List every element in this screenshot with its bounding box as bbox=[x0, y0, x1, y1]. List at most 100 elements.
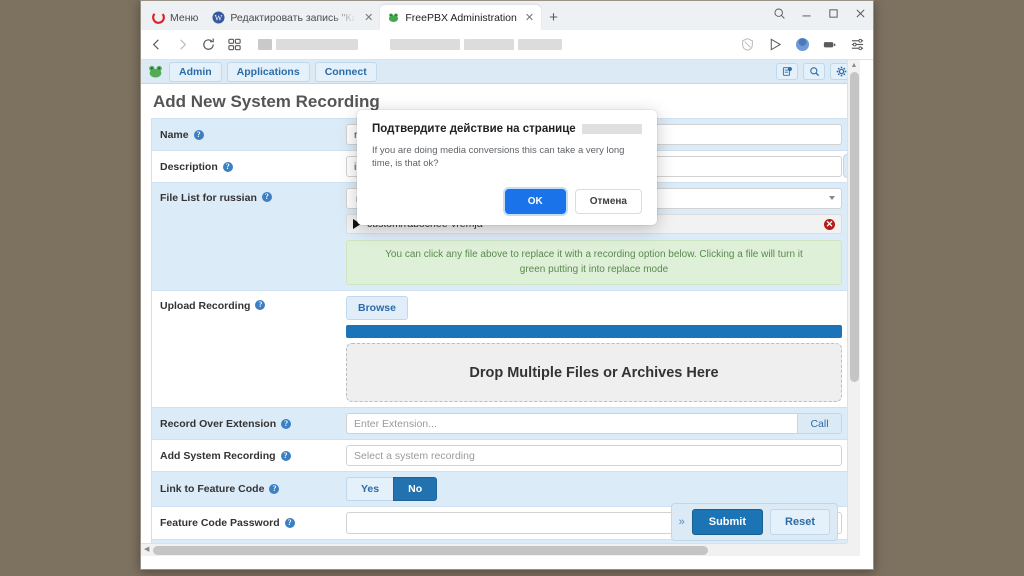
reset-button[interactable]: Reset bbox=[770, 509, 830, 535]
tab-menu[interactable]: Меню bbox=[145, 5, 205, 30]
scrollbar-corner bbox=[847, 543, 860, 556]
file-list-hint: You can click any file above to replace … bbox=[346, 240, 842, 285]
vertical-scroll-thumb[interactable] bbox=[850, 72, 859, 382]
menu-icon[interactable] bbox=[850, 37, 865, 52]
chevron-right-icon[interactable]: » bbox=[679, 516, 685, 528]
back-icon[interactable] bbox=[149, 37, 164, 52]
search-icon[interactable] bbox=[773, 7, 786, 20]
toggle-option-yes[interactable]: Yes bbox=[346, 477, 394, 501]
label-text: File List for russian bbox=[160, 192, 257, 204]
wordpress-icon: W bbox=[212, 11, 225, 24]
send-icon[interactable] bbox=[768, 37, 783, 52]
tab-wordpress-editor[interactable]: W Редактировать запись "Ка ✕ bbox=[205, 5, 380, 30]
tab-label: Меню bbox=[170, 11, 199, 24]
horizontal-scroll-thumb[interactable] bbox=[153, 546, 708, 555]
tab-close-icon[interactable]: ✕ bbox=[364, 11, 373, 24]
label-file-list: File List for russian ? bbox=[152, 183, 342, 290]
extension-input-group: Enter Extension... Call bbox=[346, 413, 842, 434]
add-system-recording-select[interactable]: Select a system recording bbox=[346, 445, 842, 466]
nav-right-icons bbox=[776, 63, 854, 80]
nav-item-admin[interactable]: Admin bbox=[169, 61, 222, 82]
shield-icon[interactable] bbox=[740, 37, 755, 52]
search-icon[interactable] bbox=[803, 63, 825, 80]
opera-menu-icon bbox=[152, 11, 165, 24]
help-icon[interactable]: ? bbox=[269, 484, 280, 494]
dialog-title: Подтвердите действие на странице bbox=[372, 123, 642, 135]
vertical-scrollbar[interactable]: ▲ ▼ bbox=[847, 60, 860, 556]
tab-label: FreePBX Administration bbox=[405, 11, 517, 24]
minimize-icon[interactable] bbox=[800, 7, 813, 20]
form-row-upload-recording: Upload Recording ? Browse Drop Multiple … bbox=[151, 290, 850, 407]
nav-item-connect[interactable]: Connect bbox=[314, 61, 377, 82]
submit-button[interactable]: Submit bbox=[691, 509, 764, 535]
label-text: Add System Recording bbox=[160, 449, 276, 462]
nav-item-applications[interactable]: Applications bbox=[226, 61, 310, 82]
battery-icon[interactable] bbox=[822, 37, 837, 52]
address-redaction bbox=[518, 39, 562, 50]
address-redaction bbox=[390, 39, 460, 50]
scroll-up-arrow-icon[interactable]: ▲ bbox=[851, 60, 858, 72]
help-icon[interactable]: ? bbox=[255, 300, 266, 310]
label-add-system-recording: Add System Recording ? bbox=[152, 440, 342, 471]
extension-input[interactable]: Enter Extension... bbox=[346, 413, 797, 434]
form-action-bar: » Submit Reset bbox=[670, 503, 838, 541]
upload-progress-bar bbox=[346, 325, 842, 338]
help-icon[interactable]: ? bbox=[261, 192, 272, 202]
label-text: Upload Recording bbox=[160, 300, 251, 312]
browse-button[interactable]: Browse bbox=[346, 296, 408, 320]
label-name: Name ? bbox=[152, 119, 342, 150]
freepbx-frog-logo[interactable] bbox=[147, 64, 164, 79]
label-description: Description ? bbox=[152, 151, 342, 182]
call-button[interactable]: Call bbox=[797, 413, 842, 434]
toolbar-right-icons bbox=[740, 37, 865, 52]
speed-dial-icon[interactable] bbox=[227, 37, 242, 52]
reload-icon[interactable] bbox=[201, 37, 216, 52]
freepbx-nav-bar: Admin Applications Connect bbox=[141, 60, 860, 84]
profile-avatar-icon[interactable] bbox=[796, 38, 809, 51]
page-viewport: Admin Applications Connect Add New Syste… bbox=[141, 60, 873, 569]
help-icon[interactable]: ? bbox=[280, 450, 291, 461]
label-upload-recording: Upload Recording ? bbox=[152, 291, 342, 407]
dialog-origin-redaction bbox=[581, 124, 642, 134]
horizontal-scrollbar[interactable]: ◀ ▶ bbox=[141, 543, 860, 556]
close-icon[interactable] bbox=[854, 7, 867, 20]
label-feature-code-password: Feature Code Password ? bbox=[152, 507, 342, 539]
label-text: Feature Code Password bbox=[160, 517, 280, 529]
svg-text:W: W bbox=[215, 13, 223, 22]
maximize-icon[interactable] bbox=[827, 7, 840, 20]
label-text: Record Over Extension bbox=[160, 417, 277, 430]
dialog-actions: OK Отмена bbox=[372, 188, 642, 214]
address-redaction bbox=[258, 39, 272, 50]
tab-label: Редактировать запись "Ка bbox=[230, 11, 357, 24]
tab-freepbx-administration[interactable]: FreePBX Administration ✕ bbox=[380, 5, 542, 30]
link-to-feature-code-toggle: Yes No bbox=[346, 477, 438, 501]
help-icon[interactable]: ? bbox=[284, 518, 295, 528]
chevron-down-icon bbox=[829, 196, 835, 200]
address-redaction bbox=[276, 39, 358, 50]
delete-circle-icon[interactable]: ✕ bbox=[824, 218, 835, 230]
help-icon[interactable]: ? bbox=[222, 161, 233, 172]
form-row-add-system-recording: Add System Recording ? Select a system r… bbox=[151, 439, 850, 471]
window-controls bbox=[773, 7, 867, 20]
new-tab-button[interactable]: + bbox=[549, 9, 558, 26]
address-redaction bbox=[464, 39, 514, 50]
label-text: Description bbox=[160, 160, 218, 173]
dialog-message: If you are doing media conversions this … bbox=[372, 145, 625, 170]
file-dropzone[interactable]: Drop Multiple Files or Archives Here bbox=[346, 343, 842, 402]
browser-window: Меню W Редактировать запись "Ка ✕ FreePB… bbox=[140, 0, 874, 570]
tab-close-icon[interactable]: ✕ bbox=[525, 11, 534, 24]
confirm-dialog: Подтвердите действие на странице If you … bbox=[357, 110, 657, 225]
desktop: Меню W Редактировать запись "Ка ✕ FreePB… bbox=[0, 0, 1024, 576]
label-link-to-feature-code: Link to Feature Code ? bbox=[152, 472, 342, 506]
toggle-option-no[interactable]: No bbox=[393, 477, 438, 501]
dialog-cancel-button[interactable]: Отмена bbox=[574, 188, 642, 214]
forward-icon bbox=[180, 39, 187, 50]
address-bar[interactable] bbox=[258, 34, 724, 55]
help-icon[interactable]: ? bbox=[281, 418, 292, 429]
label-text: Name bbox=[160, 128, 189, 141]
scroll-left-arrow-icon[interactable]: ◀ bbox=[144, 545, 149, 553]
help-icon[interactable]: ? bbox=[193, 129, 204, 140]
notifications-icon[interactable] bbox=[776, 63, 798, 80]
tab-strip: Меню W Редактировать запись "Ка ✕ FreePB… bbox=[141, 1, 873, 30]
dialog-ok-button[interactable]: OK bbox=[504, 188, 566, 214]
